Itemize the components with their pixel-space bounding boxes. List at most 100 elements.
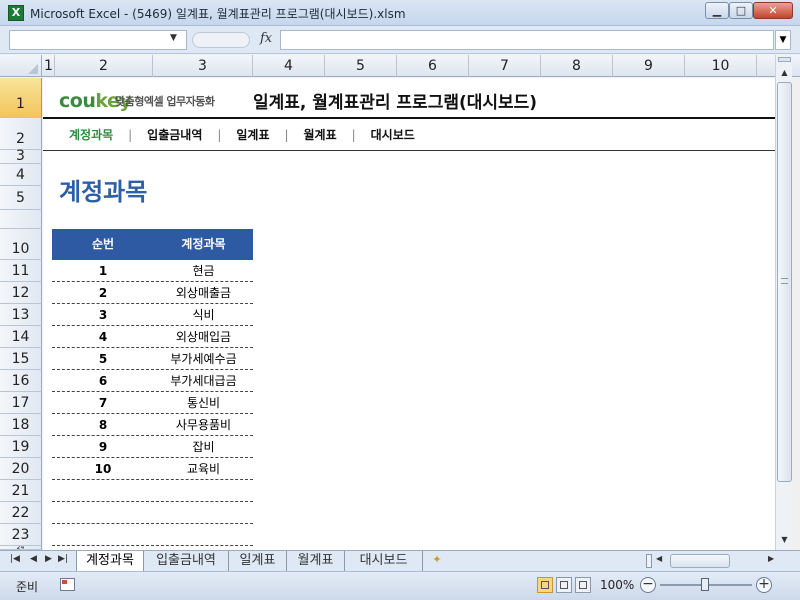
row-header[interactable]: 16 — [0, 370, 42, 392]
nav-link-transactions[interactable]: 입출금내역 — [147, 128, 202, 142]
row-header[interactable]: 12 — [0, 282, 42, 304]
cell-account[interactable]: 잡비 — [154, 436, 253, 457]
table-row[interactable] — [52, 502, 253, 524]
table-row[interactable]: 4 외상매입금 — [52, 326, 253, 348]
cell-seq[interactable]: 3 — [52, 304, 154, 325]
cell-account[interactable] — [154, 524, 253, 545]
sheet-tab-daily[interactable]: 일계표 — [229, 551, 287, 571]
row-header[interactable]: 21 — [0, 480, 42, 502]
cell-seq[interactable]: 6 — [52, 370, 154, 391]
cell-seq[interactable]: 7 — [52, 392, 154, 413]
row-header[interactable]: 22 — [0, 502, 42, 524]
cell-seq[interactable]: 5 — [52, 348, 154, 369]
row-header[interactable]: 19 — [0, 436, 42, 458]
maximize-button[interactable]: □ — [729, 2, 753, 19]
close-button[interactable]: ✕ — [753, 2, 793, 19]
last-sheet-icon[interactable]: ▶| — [58, 554, 68, 564]
scroll-left-icon[interactable]: ◀ — [656, 554, 662, 563]
nav-link-dashboard[interactable]: 대시보드 — [371, 128, 415, 142]
insert-sheet-icon[interactable]: ✦ — [428, 553, 446, 569]
cell-account[interactable]: 교육비 — [154, 458, 253, 479]
cell-account[interactable]: 식비 — [154, 304, 253, 325]
cell-account[interactable]: 통신비 — [154, 392, 253, 413]
split-handle[interactable] — [778, 57, 791, 62]
column-header[interactable]: 6 — [397, 55, 469, 77]
table-row[interactable]: 10 교육비 — [52, 458, 253, 480]
cell-account[interactable]: 부가세예수금 — [154, 348, 253, 369]
formula-input[interactable] — [280, 30, 774, 50]
cell-account[interactable] — [154, 480, 253, 501]
table-row[interactable]: 1 현금 — [52, 260, 253, 282]
minimize-button[interactable]: ▁ — [705, 2, 729, 19]
column-header[interactable]: 3 — [153, 55, 253, 77]
tab-split-handle[interactable] — [646, 554, 652, 568]
row-header-collapsed[interactable] — [0, 210, 42, 229]
column-header[interactable]: 8 — [541, 55, 613, 77]
page-break-view-button[interactable] — [575, 577, 591, 593]
column-header[interactable]: 2 — [55, 55, 153, 77]
sheet-tab-transactions[interactable]: 입출금내역 — [144, 551, 229, 571]
chevron-down-icon[interactable]: ▼ — [170, 33, 177, 43]
table-row[interactable] — [52, 480, 253, 502]
table-row[interactable]: 3 식비 — [52, 304, 253, 326]
scroll-up-icon[interactable]: ▲ — [777, 65, 792, 80]
row-header[interactable]: 5 — [0, 186, 42, 210]
scroll-right-icon[interactable]: ▶ — [768, 554, 774, 563]
row-header[interactable]: 18 — [0, 414, 42, 436]
column-header[interactable]: 10 — [685, 55, 757, 77]
name-box[interactable] — [9, 30, 187, 50]
column-header[interactable]: 7 — [469, 55, 541, 77]
table-row[interactable]: 8 사무용품비 — [52, 414, 253, 436]
cell-seq[interactable] — [52, 502, 154, 523]
row-header[interactable]: 20 — [0, 458, 42, 480]
page-layout-view-button[interactable] — [556, 577, 572, 593]
table-row[interactable]: 5 부가세예수금 — [52, 348, 253, 370]
cell-seq[interactable] — [52, 480, 154, 501]
cell-account[interactable]: 외상매출금 — [154, 282, 253, 303]
formula-bar-expand-button[interactable]: ▼ — [775, 30, 791, 50]
cell-seq[interactable]: 8 — [52, 414, 154, 435]
vertical-scrollbar[interactable]: ▲ ▼ — [775, 55, 792, 550]
cell-seq[interactable]: 1 — [52, 260, 154, 281]
row-header[interactable]: 10 — [0, 229, 42, 260]
insert-function-icon[interactable]: fx — [260, 31, 272, 46]
sheet-tab-monthly[interactable]: 월계표 — [287, 551, 345, 571]
zoom-out-icon[interactable]: − — [640, 577, 656, 593]
table-row[interactable]: 6 부가세대급금 — [52, 370, 253, 392]
scroll-down-icon[interactable]: ▼ — [777, 532, 792, 547]
select-all-corner[interactable] — [0, 55, 42, 77]
excel-app-icon[interactable]: X — [8, 5, 24, 21]
row-header[interactable]: 13 — [0, 304, 42, 326]
row-header[interactable]: 14 — [0, 326, 42, 348]
cell-seq[interactable]: 2 — [52, 282, 154, 303]
cell-seq[interactable]: 4 — [52, 326, 154, 347]
table-row[interactable]: 9 잡비 — [52, 436, 253, 458]
table-row[interactable] — [52, 524, 253, 546]
sheet-tab-accounts[interactable]: 계정과목 — [76, 551, 144, 571]
table-row[interactable]: 7 통신비 — [52, 392, 253, 414]
macro-record-icon[interactable] — [60, 578, 75, 591]
row-header[interactable]: 2 — [0, 118, 42, 150]
nav-link-daily[interactable]: 일계표 — [236, 128, 269, 142]
formula-expand-handle[interactable] — [192, 32, 250, 48]
row-header[interactable]: 1 — [0, 78, 42, 118]
row-header[interactable]: 4 — [0, 164, 42, 186]
sheet-tab-dashboard[interactable]: 대시보드 — [345, 551, 423, 571]
table-row[interactable]: 2 외상매출금 — [52, 282, 253, 304]
row-header[interactable]: 23 — [0, 524, 42, 546]
zoom-slider-thumb[interactable] — [701, 578, 709, 591]
cell-seq[interactable]: 10 — [52, 458, 154, 479]
normal-view-button[interactable] — [537, 577, 553, 593]
zoom-in-icon[interactable]: + — [756, 577, 772, 593]
cell-account[interactable]: 현금 — [154, 260, 253, 281]
cell-seq[interactable]: 9 — [52, 436, 154, 457]
row-header[interactable]: 17 — [0, 392, 42, 414]
column-header[interactable]: 9 — [613, 55, 685, 77]
column-header[interactable]: 4 — [253, 55, 325, 77]
vertical-scroll-thumb[interactable] — [777, 82, 792, 482]
cell-account[interactable]: 외상매입금 — [154, 326, 253, 347]
cell-account[interactable] — [154, 502, 253, 523]
nav-link-monthly[interactable]: 월계표 — [304, 128, 337, 142]
nav-link-accounts[interactable]: 계정과목 — [69, 128, 113, 142]
horizontal-scroll-thumb[interactable] — [670, 554, 730, 568]
